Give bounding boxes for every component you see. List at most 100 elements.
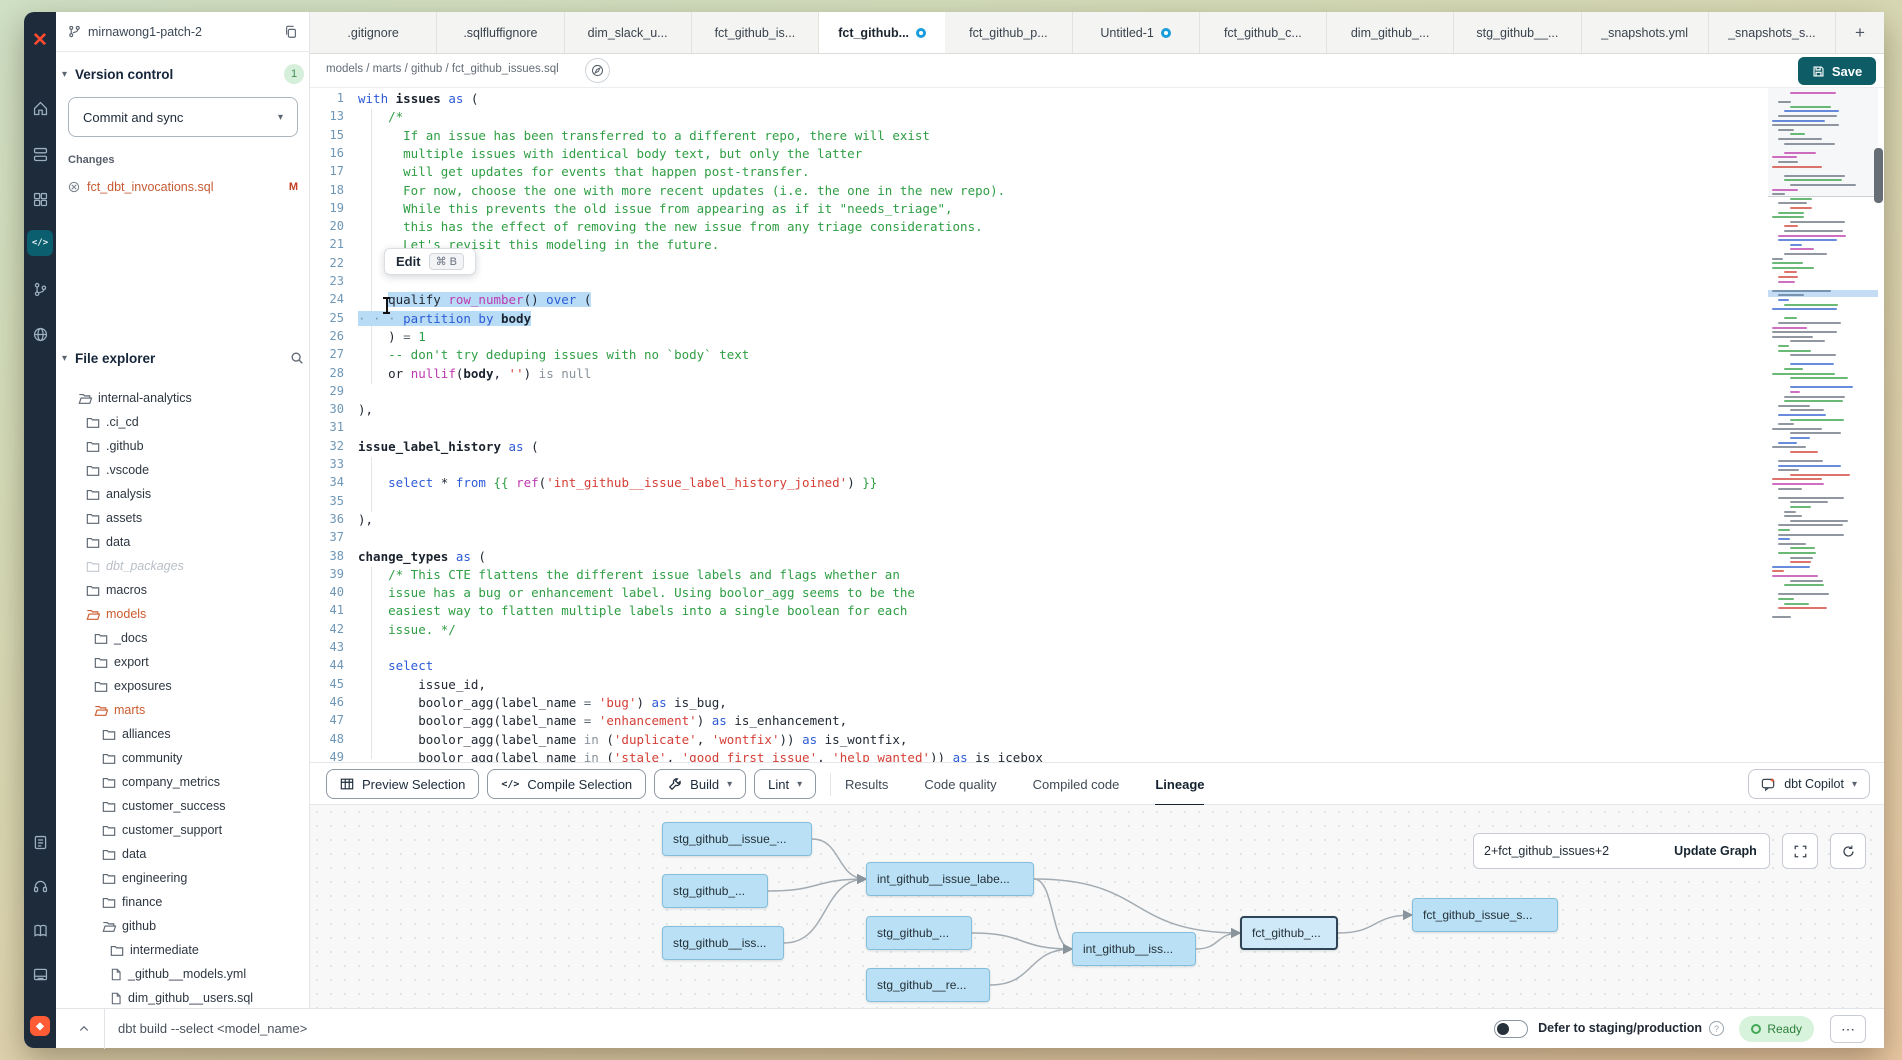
tree-item-.vscode[interactable]: .vscode	[86, 458, 149, 482]
tree-item-customer_support[interactable]: customer_support	[102, 818, 222, 842]
lineage-node-stg_github_[interactable]: stg_github_...	[662, 874, 768, 908]
chevron-down-icon: ▾	[727, 779, 732, 790]
help-icon[interactable]: ?	[1709, 1021, 1724, 1036]
tab-stg_github__[interactable]: stg_github__...	[1454, 12, 1581, 53]
tree-item-company_metrics[interactable]: company_metrics	[102, 770, 220, 794]
line-number: 34	[310, 475, 344, 489]
panel-tab-lineage[interactable]: Lineage	[1155, 763, 1204, 806]
changed-file-row[interactable]: fct_dbt_invocations.sql M	[68, 176, 298, 198]
search-icon[interactable]	[290, 351, 304, 365]
lineage-node-stg_github_[interactable]: stg_github_...	[866, 916, 972, 950]
lineage-node-stg_github__re[interactable]: stg_github__re...	[866, 968, 990, 1002]
dbt-copilot-button[interactable]: dbt Copilot ▾	[1748, 769, 1870, 799]
folder-icon	[86, 416, 100, 429]
chevron-down-icon[interactable]: ▾	[62, 353, 67, 364]
tab-fct_github_is[interactable]: fct_github_is...	[692, 12, 819, 53]
tab-_snapshots_s[interactable]: _snapshots_s...	[1709, 12, 1836, 53]
tab-gitignore[interactable]: .gitignore	[310, 12, 437, 53]
line-number: 23	[310, 274, 344, 288]
panel-tab-code-quality[interactable]: Code quality	[924, 763, 996, 806]
lineage-node-int_github__iss[interactable]: int_github__iss...	[1072, 932, 1196, 966]
develop-icon[interactable]: </>	[27, 230, 53, 256]
save-button[interactable]: Save	[1798, 57, 1876, 85]
tab-Untitled-1[interactable]: Untitled-1	[1073, 12, 1200, 53]
lineage-graph[interactable]: Update Graph stg_github__issue_... stg_gi…	[310, 805, 1884, 1008]
docs-icon[interactable]	[24, 916, 56, 944]
support-icon[interactable]	[24, 872, 56, 900]
tree-item-assets[interactable]: assets	[86, 506, 142, 530]
edit-popup[interactable]: Edit ⌘ B	[384, 248, 476, 275]
tree-item-export[interactable]: export	[94, 650, 149, 674]
tree-item-data[interactable]: data	[102, 842, 146, 866]
tree-item-models[interactable]: modelsM	[86, 602, 146, 626]
version-control-icon[interactable]	[24, 275, 56, 303]
panel-icon[interactable]	[24, 960, 56, 988]
commit-and-sync-button[interactable]: Commit and sync ▾	[68, 97, 298, 137]
wrench-icon	[668, 777, 682, 791]
lineage-node-stg_github__iss[interactable]: stg_github__iss...	[662, 926, 784, 960]
tree-item-exposures[interactable]: exposures	[94, 674, 172, 698]
panel-tab-results[interactable]: Results	[845, 763, 888, 806]
tree-item-analysis[interactable]: analysis	[86, 482, 151, 506]
lineage-node-fct_github_[interactable]: fct_github_...	[1240, 916, 1338, 950]
tree-item-community[interactable]: community	[102, 746, 182, 770]
panel-tab-compiled-code[interactable]: Compiled code	[1033, 763, 1120, 806]
tree-item-_github__models.yml[interactable]: _github__models.yml	[110, 962, 246, 986]
tree-item-internal-analytics[interactable]: internal-analytics	[78, 386, 192, 410]
dbt-flame-logo[interactable]: ◆	[24, 1012, 56, 1040]
chevron-down-icon[interactable]: ▾	[62, 69, 67, 80]
tree-item-finance[interactable]: finance	[102, 890, 162, 914]
tab-dim_slack_u[interactable]: dim_slack_u...	[565, 12, 692, 53]
lineage-node-int_github__issue_labe[interactable]: int_github__issue_labe...	[866, 862, 1034, 896]
lineage-node-fct_github_issue_s[interactable]: fct_github_issue_s...	[1412, 898, 1558, 932]
tree-item-dim_github__users.sql[interactable]: dim_github__users.sql	[110, 986, 253, 1008]
tree-item-_docs[interactable]: _docs	[94, 626, 147, 650]
tree-item-dbt_packages[interactable]: dbt_packages	[86, 554, 184, 578]
tree-item-engineering[interactable]: engineering	[102, 866, 187, 890]
preview-selection-button[interactable]: Preview Selection	[326, 769, 479, 799]
line-number: 24	[310, 292, 344, 306]
line-number: 29	[310, 384, 344, 398]
catalog-icon[interactable]	[24, 140, 56, 168]
compile-selection-button[interactable]: </>Compile Selection	[487, 769, 646, 799]
line-number: 39	[310, 567, 344, 581]
command-input[interactable]: dbt build --select <model_name>	[118, 1021, 307, 1036]
notes-icon[interactable]	[24, 828, 56, 856]
tab-fct_github_c[interactable]: fct_github_c...	[1200, 12, 1327, 53]
tree-item-.ci_cd[interactable]: .ci_cd	[86, 410, 139, 434]
tab-fct_github[interactable]: fct_github...	[819, 12, 945, 53]
explore-icon[interactable]	[24, 320, 56, 348]
update-graph-button[interactable]: Update Graph	[1662, 833, 1770, 869]
tab-dim_github_[interactable]: dim_github_...	[1327, 12, 1454, 53]
defer-toggle[interactable]	[1494, 1020, 1528, 1038]
new-tab-button[interactable]: +	[1836, 12, 1884, 53]
tree-item-data[interactable]: data	[86, 530, 130, 554]
branch-header: mirnawong1-patch-2	[56, 12, 310, 52]
compass-icon[interactable]	[585, 58, 610, 83]
home-icon[interactable]	[24, 94, 56, 122]
tree-item-intermediate[interactable]: intermediate	[110, 938, 199, 962]
chevron-up-icon[interactable]	[70, 1017, 98, 1041]
lineage-node-stg_github__issue_[interactable]: stg_github__issue_...	[662, 822, 812, 856]
editor-scrollbar[interactable]	[1874, 148, 1883, 203]
copy-icon[interactable]	[284, 25, 298, 39]
lineage-filter-input[interactable]	[1473, 833, 1663, 869]
refresh-icon[interactable]	[1830, 833, 1866, 869]
tab-_snapshotsyml[interactable]: _snapshots.yml	[1582, 12, 1709, 53]
minimap[interactable]	[1768, 88, 1878, 688]
code-editor[interactable]: 1with issues as (13 /*15 If an issue has…	[310, 88, 1884, 762]
tree-item-.github[interactable]: .github	[86, 434, 144, 458]
tree-item-github[interactable]: github	[102, 914, 156, 938]
fullscreen-icon[interactable]	[1782, 833, 1818, 869]
lint-button[interactable]: Lint▾	[754, 769, 816, 799]
tree-item-customer_success[interactable]: customer_success	[102, 794, 226, 818]
build-button[interactable]: Build▾	[654, 769, 746, 799]
apps-icon[interactable]	[24, 185, 56, 213]
tree-item-macros[interactable]: macros	[86, 578, 147, 602]
tab-sqlfluffignore[interactable]: .sqlfluffignore	[437, 12, 564, 53]
tree-item-marts[interactable]: martsM	[94, 698, 145, 722]
tree-item-alliances[interactable]: alliances	[102, 722, 171, 746]
tab-fct_github_p[interactable]: fct_github_p...	[945, 12, 1072, 53]
overflow-menu-button[interactable]: ⋯	[1830, 1015, 1866, 1043]
changes-label: Changes	[68, 154, 114, 166]
